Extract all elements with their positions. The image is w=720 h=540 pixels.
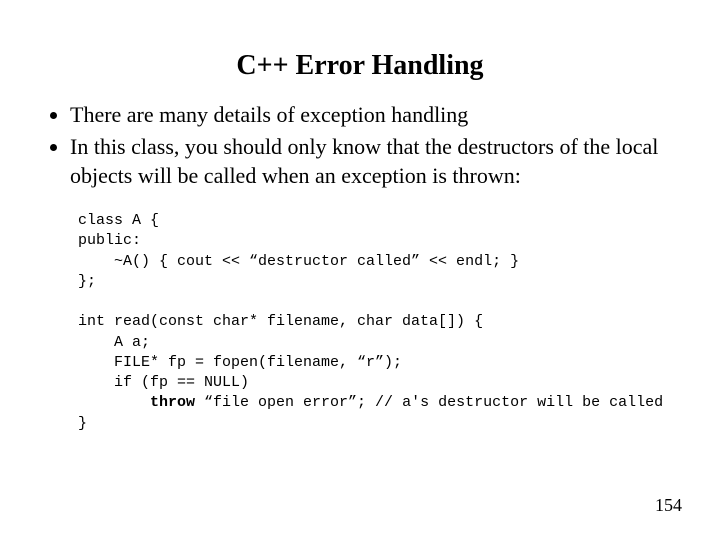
bullet-item: In this class, you should only know that… bbox=[70, 132, 690, 191]
code-line-rest: “file open error”; // a's destructor wil… bbox=[195, 394, 663, 411]
bullet-item: There are many details of exception hand… bbox=[70, 100, 690, 130]
code-block: class A { public: ~A() { cout << “destru… bbox=[78, 211, 690, 434]
slide-title: C++ Error Handling bbox=[30, 50, 690, 82]
bullet-list: There are many details of exception hand… bbox=[30, 100, 690, 191]
code-line: FILE* fp = fopen(filename, “r”); bbox=[78, 354, 402, 371]
code-line: A a; bbox=[78, 334, 150, 351]
code-line-indent bbox=[78, 394, 150, 411]
code-line: class A { bbox=[78, 212, 159, 229]
code-line: ~A() { cout << “destructor called” << en… bbox=[78, 253, 519, 270]
code-line: int read(const char* filename, char data… bbox=[78, 313, 483, 330]
code-line: if (fp == NULL) bbox=[78, 374, 249, 391]
code-keyword-throw: throw bbox=[150, 394, 195, 411]
code-line: } bbox=[78, 415, 87, 432]
slide: C++ Error Handling There are many detail… bbox=[0, 0, 720, 540]
page-number: 154 bbox=[655, 495, 682, 516]
code-line: }; bbox=[78, 273, 96, 290]
code-line: public: bbox=[78, 232, 141, 249]
